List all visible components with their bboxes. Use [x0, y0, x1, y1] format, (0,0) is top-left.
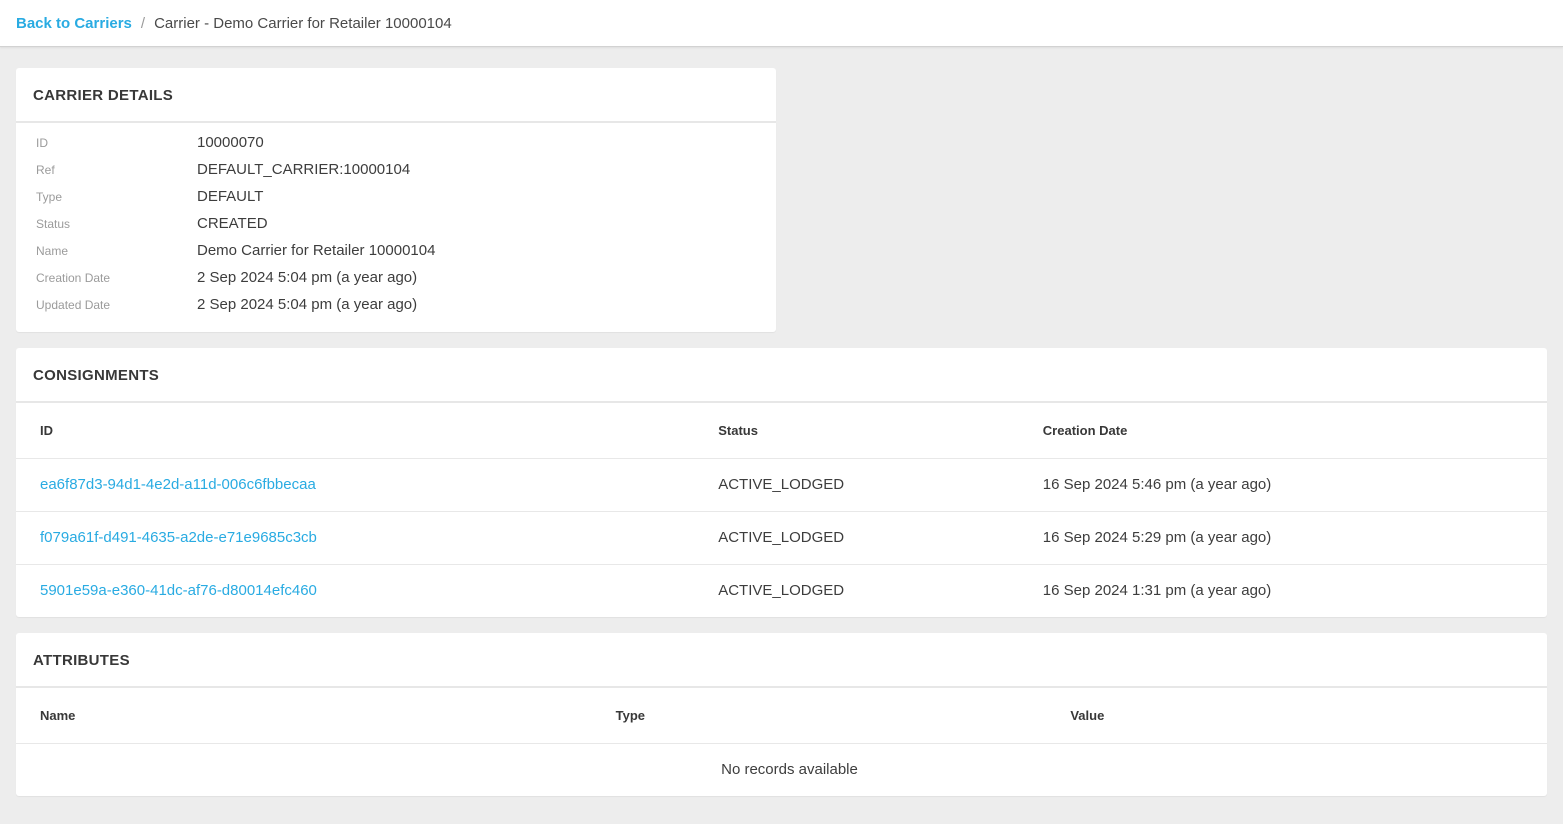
- field-row-type: Type DEFAULT: [16, 183, 776, 210]
- field-value: DEFAULT_CARRIER:10000104: [197, 161, 410, 178]
- column-header-creation-date: Creation Date: [1019, 403, 1547, 458]
- breadcrumb-back-link[interactable]: Back to Carriers: [16, 15, 132, 32]
- no-records-message: No records available: [16, 743, 1547, 796]
- attributes-table: Name Type Value No records available: [16, 688, 1547, 796]
- field-value: DEFAULT: [197, 188, 263, 205]
- carrier-details-fields: ID 10000070 Ref DEFAULT_CARRIER:10000104…: [16, 123, 776, 332]
- consignment-link[interactable]: ea6f87d3-94d1-4e2d-a11d-006c6fbbecaa: [40, 476, 316, 493]
- table-row: ea6f87d3-94d1-4e2d-a11d-006c6fbbecaa ACT…: [16, 458, 1547, 511]
- field-label: Creation Date: [16, 271, 197, 285]
- field-value: Demo Carrier for Retailer 10000104: [197, 242, 435, 259]
- field-label: Name: [16, 244, 197, 258]
- field-label: Status: [16, 217, 197, 231]
- field-row-updated-date: Updated Date 2 Sep 2024 5:04 pm (a year …: [16, 291, 776, 318]
- field-value: 2 Sep 2024 5:04 pm (a year ago): [197, 269, 417, 286]
- table-row: 5901e59a-e360-41dc-af76-d80014efc460 ACT…: [16, 564, 1547, 617]
- empty-row: No records available: [16, 743, 1547, 796]
- field-value: CREATED: [197, 215, 268, 232]
- consignment-creation-date: 16 Sep 2024 5:46 pm (a year ago): [1019, 458, 1547, 511]
- consignment-creation-date: 16 Sep 2024 1:31 pm (a year ago): [1019, 564, 1547, 617]
- field-row-creation-date: Creation Date 2 Sep 2024 5:04 pm (a year…: [16, 264, 776, 291]
- carrier-details-title: CARRIER DETAILS: [16, 68, 776, 123]
- column-header-name: Name: [16, 688, 592, 743]
- consignment-status: ACTIVE_LODGED: [694, 564, 1019, 617]
- field-label: ID: [16, 136, 197, 150]
- field-label: Type: [16, 190, 197, 204]
- consignment-status: ACTIVE_LODGED: [694, 458, 1019, 511]
- consignments-table: ID Status Creation Date ea6f87d3-94d1-4e…: [16, 403, 1547, 617]
- breadcrumb: Back to Carriers / Carrier - Demo Carrie…: [16, 15, 452, 32]
- page-title: Carrier - Demo Carrier for Retailer 1000…: [154, 15, 452, 32]
- attributes-header-row: Name Type Value: [16, 688, 1547, 743]
- attributes-title: ATTRIBUTES: [16, 633, 1547, 688]
- field-row-id: ID 10000070: [16, 129, 776, 156]
- field-label: Updated Date: [16, 298, 197, 312]
- field-row-status: Status CREATED: [16, 210, 776, 237]
- breadcrumb-separator: /: [141, 15, 145, 32]
- consignments-card: CONSIGNMENTS ID Status Creation Date ea6…: [16, 348, 1547, 617]
- table-row: f079a61f-d491-4635-a2de-e71e9685c3cb ACT…: [16, 511, 1547, 564]
- consignment-creation-date: 16 Sep 2024 5:29 pm (a year ago): [1019, 511, 1547, 564]
- column-header-id: ID: [16, 403, 694, 458]
- field-row-name: Name Demo Carrier for Retailer 10000104: [16, 237, 776, 264]
- consignments-header-row: ID Status Creation Date: [16, 403, 1547, 458]
- page-content: CARRIER DETAILS ID 10000070 Ref DEFAULT_…: [0, 47, 1563, 796]
- consignment-link[interactable]: 5901e59a-e360-41dc-af76-d80014efc460: [40, 582, 317, 599]
- field-label: Ref: [16, 163, 197, 177]
- top-bar: Back to Carriers / Carrier - Demo Carrie…: [0, 0, 1563, 47]
- consignment-link[interactable]: f079a61f-d491-4635-a2de-e71e9685c3cb: [40, 529, 317, 546]
- field-value: 10000070: [197, 134, 264, 151]
- column-header-status: Status: [694, 403, 1019, 458]
- column-header-type: Type: [592, 688, 1047, 743]
- carrier-details-card: CARRIER DETAILS ID 10000070 Ref DEFAULT_…: [16, 68, 776, 332]
- attributes-card: ATTRIBUTES Name Type Value No records av…: [16, 633, 1547, 796]
- field-value: 2 Sep 2024 5:04 pm (a year ago): [197, 296, 417, 313]
- consignment-status: ACTIVE_LODGED: [694, 511, 1019, 564]
- consignments-title: CONSIGNMENTS: [16, 348, 1547, 403]
- column-header-value: Value: [1046, 688, 1547, 743]
- field-row-ref: Ref DEFAULT_CARRIER:10000104: [16, 156, 776, 183]
